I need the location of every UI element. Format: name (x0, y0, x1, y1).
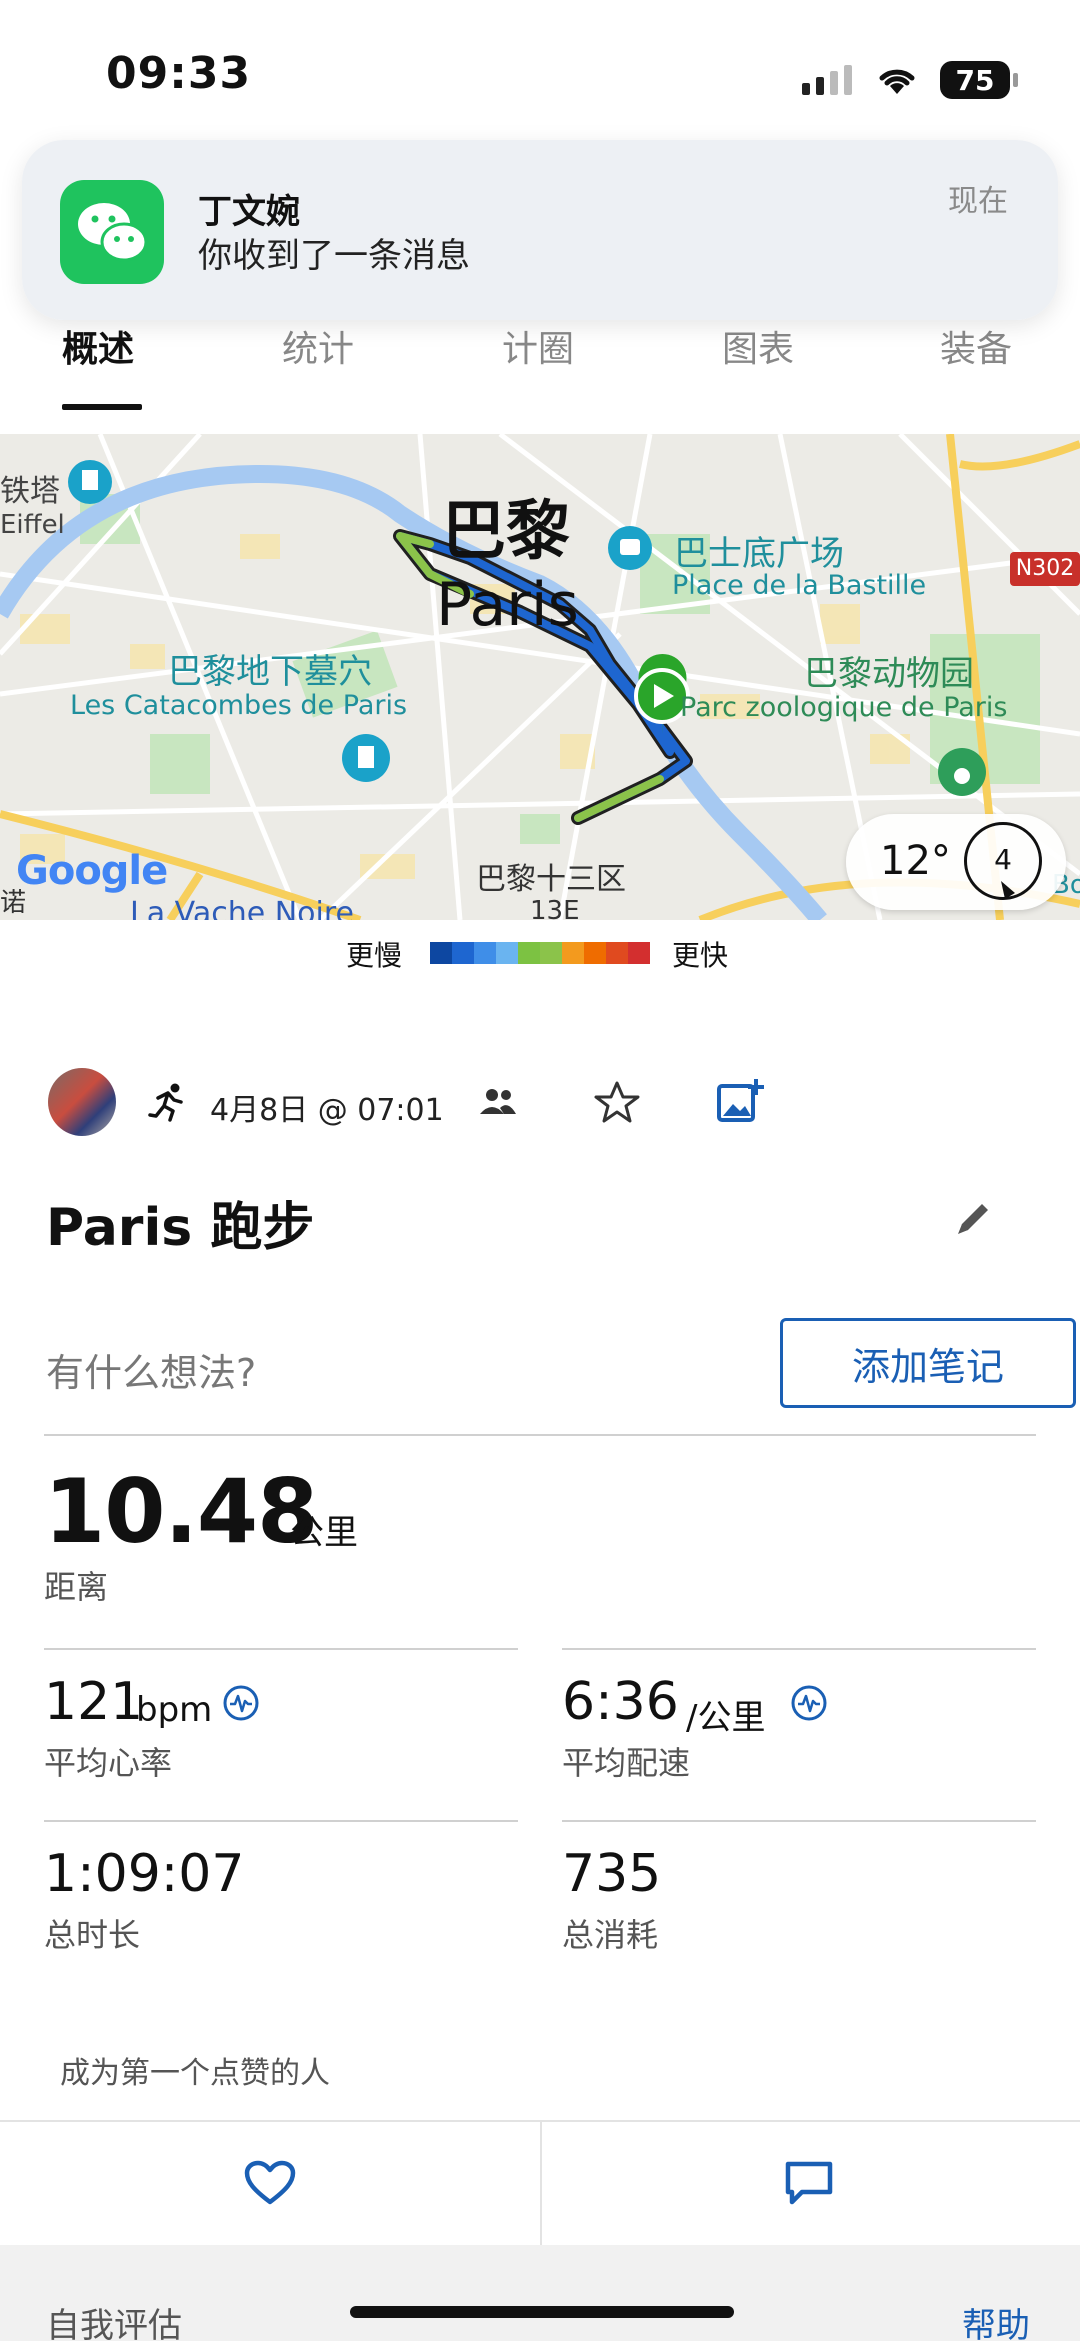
avatar[interactable] (48, 1068, 116, 1136)
add-note-button[interactable]: 添加笔记 (780, 1318, 1076, 1408)
divider (44, 1820, 518, 1822)
tab-gear[interactable]: 装备 (940, 320, 1012, 372)
tab-laps[interactable]: 计圈 (502, 320, 574, 372)
weather-temp: 12° (880, 838, 951, 884)
map-label-city-en: Paris (436, 570, 579, 640)
help-link[interactable]: 帮助 (962, 2298, 1030, 2347)
pace-chart-icon[interactable] (790, 1684, 828, 1722)
divider (44, 1648, 518, 1650)
weather-pill[interactable]: 12° 4 (846, 814, 1066, 910)
calories-value: 735 (562, 1844, 662, 1904)
notification-time: 现在 (948, 184, 1008, 219)
distance-value: 10.48 (44, 1460, 318, 1563)
map-label-zoo-en: Parc zoologique de Paris (680, 692, 1008, 723)
map-label-zoo-cn: 巴黎动物园 (804, 654, 974, 694)
duration-value: 1:09:07 (44, 1844, 245, 1904)
add-photo-icon[interactable] (716, 1076, 766, 1126)
wechat-icon (60, 180, 164, 284)
wifi-icon (879, 69, 915, 94)
map-road-badge: N302 (1010, 552, 1080, 586)
like-heart-icon[interactable] (244, 2160, 296, 2206)
activity-date: 4月8日 @ 07:01 (210, 1093, 444, 1128)
legend-slower: 更慢 (346, 939, 403, 972)
divider (540, 2120, 542, 2245)
map-label-tower: 铁塔 (0, 474, 60, 509)
likes-text: 成为第一个点赞的人 (60, 2056, 330, 2091)
calories-label: 总消耗 (562, 1916, 659, 1954)
pace-label: 平均配速 (562, 1744, 691, 1782)
wind-dial-icon: 4 (964, 822, 1042, 900)
duration-label: 总时长 (44, 1916, 141, 1954)
map-label-eiffel: Eiffel (0, 510, 65, 540)
heart-rate-unit: bpm (136, 1690, 213, 1730)
divider (562, 1648, 1036, 1650)
heart-rate-chart-icon[interactable] (222, 1684, 260, 1722)
notification-title: 丁文婉 (198, 192, 300, 232)
battery-indicator: 75 (940, 61, 1018, 99)
note-input[interactable]: 有什么想法? (46, 1342, 256, 1397)
divider (562, 1820, 1036, 1822)
map-label-vache: La Vache Noire (130, 896, 354, 920)
notification-body: 你收到了一条消息 (198, 236, 470, 276)
map-label-bastille-cn: 巴士底广场 (674, 534, 844, 574)
favorite-star-icon[interactable] (594, 1080, 640, 1124)
map-label-district-code: 13E (530, 896, 580, 920)
activity-title: Paris 跑步 (46, 1198, 315, 1258)
pace-value: 6:36 (562, 1672, 679, 1732)
wind-speed: 4 (994, 843, 1012, 876)
map-label-catacombs-cn: 巴黎地下墓穴 (168, 652, 372, 692)
tab-charts[interactable]: 图表 (722, 320, 794, 372)
comment-icon[interactable] (784, 2160, 834, 2206)
tab-active-indicator (62, 404, 142, 410)
distance-label: 距离 (44, 1568, 109, 1606)
map-label-catacombs-en: Les Catacombes de Paris (70, 690, 408, 721)
edit-pencil-icon[interactable] (954, 1198, 994, 1238)
legend-faster: 更快 (672, 939, 729, 972)
status-icons: 75 (802, 60, 1018, 100)
map-label-district-cn: 巴黎十三区 (476, 862, 626, 897)
cellular-signal-icon (802, 65, 852, 95)
legend-color-bar (430, 942, 650, 964)
distance-unit: 公里 (290, 1513, 358, 1553)
pace-unit: /公里 (686, 1698, 766, 1738)
self-assessment-link[interactable]: 自我评估 (46, 2298, 182, 2347)
map-label-bastille-en: Place de la Bastille (672, 570, 927, 601)
running-icon (148, 1083, 183, 1122)
home-indicator (350, 2306, 734, 2318)
route-map[interactable]: 铁塔 Eiffel 巴黎 Paris 巴士底广场 Place de la Bas… (0, 434, 1080, 920)
status-time: 09:33 (106, 48, 252, 99)
heart-rate-label: 平均心率 (44, 1744, 173, 1782)
pace-legend: 更慢 更快 (0, 934, 1080, 974)
heart-rate-value: 121 (44, 1672, 144, 1732)
divider (44, 1434, 1036, 1436)
tab-overview[interactable]: 概述 (62, 320, 134, 372)
tab-stats[interactable]: 统计 (282, 320, 354, 372)
notification-banner[interactable]: 丁文婉 你收到了一条消息 现在 (22, 140, 1058, 320)
google-logo: Google (16, 848, 168, 894)
group-icon[interactable] (478, 1086, 520, 1118)
map-label-city-cn: 巴黎 (442, 495, 570, 569)
